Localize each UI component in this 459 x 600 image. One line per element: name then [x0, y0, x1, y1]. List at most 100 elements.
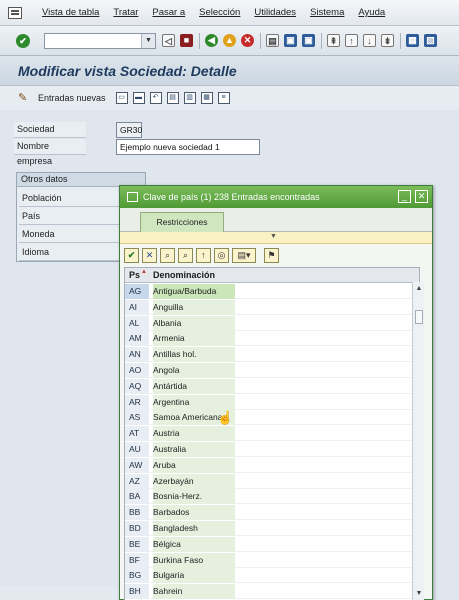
toolbar-separator: [321, 32, 322, 49]
command-field[interactable]: ▼: [44, 32, 156, 49]
menu-tratar[interactable]: Tratar: [113, 7, 138, 18]
country-code: BH: [125, 584, 149, 600]
prev-page-icon[interactable]: ↑: [345, 34, 358, 47]
vertical-scrollbar[interactable]: ▲ ▼: [412, 282, 424, 600]
list-item[interactable]: AU Australia: [125, 442, 419, 457]
scroll-down-icon[interactable]: ▼: [414, 589, 424, 599]
list-item[interactable]: BE Bélgica: [125, 536, 419, 552]
list-item[interactable]: BF Burkina Faso: [125, 552, 419, 568]
restrictions-toggle-band[interactable]: ▼: [120, 232, 432, 244]
menu-seleccion[interactable]: Selección: [199, 7, 240, 18]
sociedad-label: Sociedad: [14, 122, 86, 138]
next-page-icon[interactable]: ↓: [363, 34, 376, 47]
country-name: Albania: [153, 315, 235, 331]
poblacion-label: Población: [19, 191, 119, 207]
sort-ascending-icon[interactable]: ↑: [196, 247, 211, 263]
menu-vista-de-tabla[interactable]: Vista de tabla: [42, 7, 99, 18]
print-dropdown-icon[interactable]: ▤▾: [232, 247, 256, 263]
menu-sistema[interactable]: Sistema: [310, 7, 344, 18]
new-entries-button[interactable]: Entradas nuevas: [38, 93, 106, 103]
copy-icon[interactable]: ▭: [115, 92, 128, 104]
command-input[interactable]: [45, 33, 141, 48]
column-header-name[interactable]: Denominación: [153, 270, 215, 280]
country-code: BD: [125, 521, 149, 536]
first-page-icon[interactable]: ⇞: [327, 34, 340, 47]
country-name: Aruba: [153, 457, 235, 473]
tab-restricciones[interactable]: Restricciones: [140, 212, 224, 232]
shortcut-icon[interactable]: ▧: [424, 34, 437, 47]
country-code: BE: [125, 536, 149, 552]
chevron-down-icon[interactable]: ▼: [141, 33, 155, 48]
list-item[interactable]: BB Barbados: [125, 505, 419, 521]
nombre-empresa-field[interactable]: Ejemplo nueva sociedad 1: [116, 139, 260, 155]
country-code: AI: [125, 299, 149, 315]
cancel-selection-icon[interactable]: ✕: [142, 247, 157, 263]
save-icon[interactable]: ■: [180, 34, 193, 47]
pencil-icon[interactable]: ✎: [18, 92, 32, 104]
list-item[interactable]: BG Bulgaria: [125, 568, 419, 584]
menu-pasar-a[interactable]: Pasar a: [152, 7, 185, 18]
scroll-up-icon[interactable]: ▲: [414, 284, 424, 294]
back-icon[interactable]: ◁: [162, 34, 175, 47]
list-item[interactable]: AO Angola: [125, 363, 419, 378]
list-item[interactable]: BH Bahrein: [125, 584, 419, 600]
dialog-title-bar: Clave de país (1) 238 Entradas encontrad…: [120, 186, 432, 208]
country-name: Azerbayán: [153, 473, 235, 489]
find-icon[interactable]: ⌕: [160, 247, 175, 263]
expand-arrow-icon[interactable]: ▼: [270, 233, 277, 240]
list-item[interactable]: AM Armenia: [125, 331, 419, 347]
select-block-icon[interactable]: ▥: [183, 92, 196, 104]
select-all-icon[interactable]: ▤: [166, 92, 179, 104]
confirm-icon[interactable]: ✔: [124, 247, 139, 263]
country-name: Austria: [153, 426, 235, 442]
print-icon[interactable]: ▤: [266, 34, 279, 47]
delete-icon[interactable]: ▬: [132, 92, 145, 104]
list-item[interactable]: AW Aruba: [125, 457, 419, 473]
list-item[interactable]: AR Argentina: [125, 394, 419, 410]
list-item[interactable]: AN Antillas hol.: [125, 347, 419, 363]
country-name: Australia: [153, 442, 235, 457]
list-item[interactable]: AG Antigua/Barbuda: [125, 284, 419, 299]
menu-ayuda[interactable]: Ayuda: [358, 7, 385, 18]
close-icon[interactable]: ✕: [415, 190, 428, 203]
dialog-title: Clave de país (1) 238 Entradas encontrad…: [143, 192, 320, 202]
window-menu-icon[interactable]: [8, 6, 22, 19]
country-value-help-dialog: Clave de país (1) 238 Entradas encontrad…: [119, 185, 433, 600]
filter-icon[interactable]: ◎: [214, 247, 229, 263]
country-code: BG: [125, 568, 149, 584]
column-header-code[interactable]: Ps: [129, 270, 140, 280]
undo-icon[interactable]: ↶: [149, 92, 162, 104]
pin-icon[interactable]: ⚑: [264, 247, 279, 263]
find-icon[interactable]: ▣: [284, 34, 297, 47]
exit-icon[interactable]: ▲: [223, 34, 236, 47]
list-item[interactable]: BA Bosnia-Herz.: [125, 489, 419, 505]
country-name: Armenia: [153, 331, 235, 347]
list-item[interactable]: AQ Antártida: [125, 378, 419, 394]
country-code: AQ: [125, 378, 149, 394]
mouse-cursor-icon: ☝: [217, 410, 234, 425]
country-name: Antártida: [153, 378, 235, 394]
variant-icon[interactable]: ≡: [217, 92, 230, 104]
new-session-icon[interactable]: ▦: [406, 34, 419, 47]
list-item[interactable]: AI Anguilla: [125, 299, 419, 315]
deselect-icon[interactable]: ▦: [200, 92, 213, 104]
last-page-icon[interactable]: ⇟: [381, 34, 394, 47]
find-next-icon[interactable]: ▣: [302, 34, 315, 47]
list-item[interactable]: AZ Azerbayán: [125, 473, 419, 489]
find-next-icon[interactable]: ⌕: [178, 247, 193, 263]
list-item[interactable]: AT Austria: [125, 426, 419, 442]
country-name: Angola: [153, 363, 235, 378]
country-list: Ps ▲ Denominación AG Antigua/Barbuda AI Ang…: [124, 267, 420, 600]
dialog-window-icon: [127, 192, 138, 202]
list-item[interactable]: AS Samoa Americana: [125, 410, 419, 426]
enter-icon[interactable]: ✔: [16, 33, 30, 48]
list-item[interactable]: BD Bangladesh: [125, 521, 419, 536]
list-header: Ps ▲ Denominación: [125, 268, 419, 283]
list-item[interactable]: AL Albania: [125, 315, 419, 331]
scroll-thumb[interactable]: [415, 310, 423, 324]
minimize-icon[interactable]: _: [398, 190, 411, 203]
green-back-icon[interactable]: ◀: [205, 34, 218, 47]
menu-utilidades[interactable]: Utilidades: [254, 7, 296, 18]
title-bar: Modificar vista Sociedad: Detalle: [0, 56, 459, 86]
cancel-icon[interactable]: ✕: [241, 34, 254, 47]
